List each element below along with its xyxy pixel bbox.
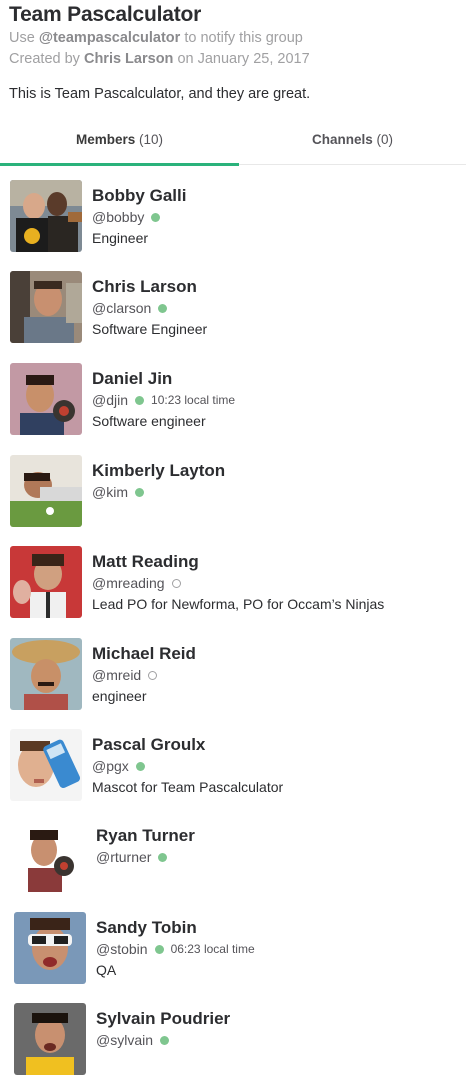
member-row[interactable]: Sandy Tobin @stobin 06:23 local time QA bbox=[0, 897, 466, 987]
presence-active-icon bbox=[135, 762, 145, 771]
handle-row: @mreid bbox=[92, 665, 196, 686]
member-name[interactable]: Matt Reading bbox=[92, 550, 384, 573]
page-title: Team Pascalculator bbox=[9, 3, 202, 26]
handle-row: @bobby bbox=[92, 207, 186, 228]
member-handle: @bobby bbox=[92, 209, 145, 225]
created-date: on January 25, 2017 bbox=[177, 51, 310, 67]
member-title: Software Engineer bbox=[92, 321, 208, 337]
handle-row: @djin 10:23 local time bbox=[92, 390, 235, 411]
member-title: engineer bbox=[92, 688, 147, 704]
created-line: Created by Chris Larson on January 25, 2… bbox=[9, 49, 459, 70]
member-name[interactable]: Sylvain Poudrier bbox=[96, 1007, 230, 1030]
local-time: 10:23 local time bbox=[151, 393, 236, 407]
member-row[interactable]: Michael Reid @mreid engineer bbox=[0, 623, 466, 713]
handle-row: @stobin 06:23 local time bbox=[96, 939, 255, 960]
member-handle: @djin bbox=[92, 392, 129, 408]
member-info: Ryan Turner @rturner bbox=[96, 824, 195, 868]
member-handle: @clarson bbox=[92, 300, 152, 316]
member-row[interactable]: Matt Reading @mreading Lead PO for Newfo… bbox=[0, 531, 466, 621]
handle-row: @sylvain bbox=[96, 1030, 230, 1051]
avatar[interactable] bbox=[10, 638, 82, 710]
member-info: Daniel Jin @djin 10:23 local time Softwa… bbox=[92, 367, 235, 432]
member-row[interactable]: Sylvain Poudrier @sylvain bbox=[0, 988, 466, 1078]
presence-active-icon bbox=[135, 396, 145, 405]
member-name[interactable]: Bobby Galli bbox=[92, 184, 186, 207]
avatar[interactable] bbox=[10, 363, 82, 435]
group-handle: @teampascalculator bbox=[38, 30, 181, 46]
handle-row: @rturner bbox=[96, 847, 195, 868]
member-title: Software engineer bbox=[92, 413, 206, 429]
avatar[interactable] bbox=[10, 546, 82, 618]
avatar[interactable] bbox=[10, 455, 82, 527]
member-row[interactable]: Chris Larson @clarson Software Engineer bbox=[0, 256, 466, 346]
presence-away-icon bbox=[148, 671, 158, 680]
member-handle: @pgx bbox=[92, 758, 129, 774]
presence-active-icon bbox=[151, 213, 161, 222]
tab-members-label: Members bbox=[75, 132, 136, 147]
notify-suffix: to notify this group bbox=[184, 30, 303, 46]
member-title: Mascot for Team Pascalculator bbox=[92, 779, 284, 795]
member-name[interactable]: Daniel Jin bbox=[92, 367, 235, 390]
presence-active-icon bbox=[158, 304, 168, 313]
handle-row: @mreading bbox=[92, 573, 384, 594]
member-info: Pascal Groulx @pgx Mascot for Team Pasca… bbox=[92, 733, 283, 798]
member-handle: @mreid bbox=[92, 667, 142, 683]
handle-row: @pgx bbox=[92, 756, 283, 777]
member-handle: @rturner bbox=[96, 849, 152, 865]
handle-row: @kim bbox=[92, 482, 225, 503]
local-time: 06:23 local time bbox=[170, 942, 255, 956]
notify-prefix: Use bbox=[9, 30, 35, 46]
group-header: Team Pascalculator Use @teampascalculato… bbox=[9, 0, 459, 104]
member-handle: @sylvain bbox=[96, 1032, 154, 1048]
member-info: Sandy Tobin @stobin 06:23 local time QA bbox=[96, 916, 255, 981]
member-info: Sylvain Poudrier @sylvain bbox=[96, 1007, 230, 1051]
group-description: This is Team Pascalculator, and they are… bbox=[9, 86, 311, 102]
presence-away-icon bbox=[171, 579, 181, 588]
tab-bar: Members (10) Channels (0) bbox=[0, 122, 466, 166]
tab-members-count: (10) bbox=[139, 132, 164, 147]
member-handle: @kim bbox=[92, 484, 128, 500]
notify-line: Use @teampascalculator to notify this gr… bbox=[9, 28, 459, 49]
presence-active-icon bbox=[160, 1036, 170, 1045]
member-info: Chris Larson @clarson Software Engineer bbox=[92, 275, 207, 340]
member-row[interactable]: Bobby Galli @bobby Engineer bbox=[0, 165, 466, 255]
member-info: Matt Reading @mreading Lead PO for Newfo… bbox=[92, 550, 384, 615]
handle-row: @clarson bbox=[92, 298, 207, 319]
tab-channels-label: Channels bbox=[311, 132, 373, 147]
avatar[interactable] bbox=[14, 820, 86, 892]
tab-members[interactable]: Members (10) bbox=[0, 122, 239, 166]
member-info: Kimberly Layton @kim bbox=[92, 459, 225, 503]
member-row[interactable]: Daniel Jin @djin 10:23 local time Softwa… bbox=[0, 348, 466, 438]
member-title: QA bbox=[96, 962, 117, 978]
member-title: Lead PO for Newforma, PO for Occam’s Nin… bbox=[92, 596, 385, 612]
member-name[interactable]: Ryan Turner bbox=[96, 824, 195, 847]
member-name[interactable]: Chris Larson bbox=[92, 275, 207, 298]
tab-channels-count: (0) bbox=[376, 132, 394, 147]
presence-active-icon bbox=[134, 488, 144, 497]
member-handle: @stobin bbox=[96, 941, 148, 957]
avatar[interactable] bbox=[10, 729, 82, 801]
tab-channels[interactable]: Channels (0) bbox=[239, 122, 466, 165]
created-prefix: Created by bbox=[9, 51, 80, 67]
member-name[interactable]: Pascal Groulx bbox=[92, 733, 283, 756]
member-row[interactable]: Ryan Turner @rturner bbox=[0, 805, 466, 895]
avatar[interactable] bbox=[10, 271, 82, 343]
member-title: Engineer bbox=[92, 230, 149, 246]
presence-active-icon bbox=[158, 853, 168, 862]
member-name[interactable]: Sandy Tobin bbox=[96, 916, 255, 939]
member-name[interactable]: Michael Reid bbox=[92, 642, 196, 665]
member-row[interactable]: Kimberly Layton @kim bbox=[0, 440, 466, 530]
avatar[interactable] bbox=[10, 180, 82, 252]
avatar[interactable] bbox=[14, 912, 86, 984]
member-row[interactable]: Pascal Groulx @pgx Mascot for Team Pasca… bbox=[0, 714, 466, 804]
member-info: Michael Reid @mreid engineer bbox=[92, 642, 196, 707]
member-handle: @mreading bbox=[92, 575, 165, 591]
member-info: Bobby Galli @bobby Engineer bbox=[92, 184, 186, 249]
creator-name[interactable]: Chris Larson bbox=[84, 51, 173, 67]
presence-active-icon bbox=[154, 945, 164, 954]
member-name[interactable]: Kimberly Layton bbox=[92, 459, 225, 482]
avatar[interactable] bbox=[14, 1003, 86, 1075]
